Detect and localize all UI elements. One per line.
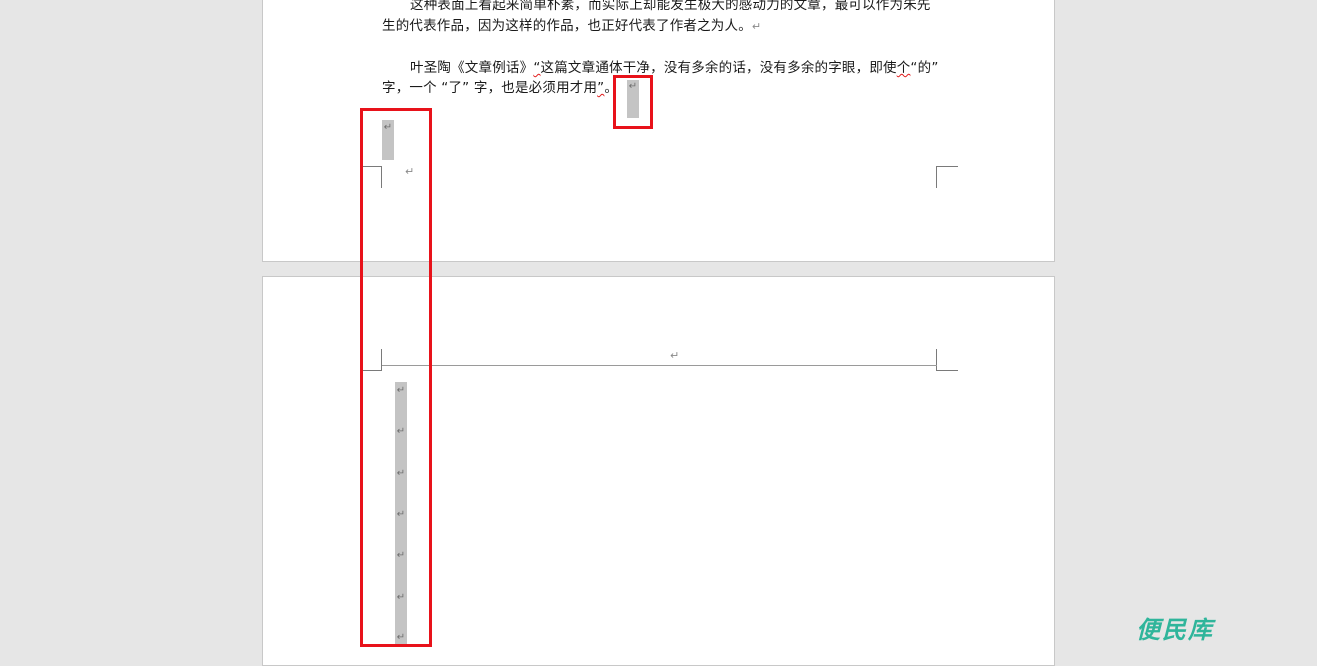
paragraph-1-line-2-text: 生的代表作品，因为这样的作品，也正好代表了作者之为人。 (382, 18, 752, 34)
highlight-box-paragraph-mark (613, 75, 653, 129)
paragraph-1-line-2[interactable]: 生的代表作品，因为这样的作品，也正好代表了作者之为人。↵ (382, 17, 761, 36)
paragraph-1-line-1-text: 这种表面上看起来简单朴素，而实际上却能发生极大的感动力的文章，最可以作为朱先 (410, 0, 931, 13)
header-paragraph-mark-icon: ↵ (670, 349, 680, 362)
paragraph-2-quote-source: 叶圣陶《文章例话》 (410, 60, 534, 76)
paragraph-mark-icon: ↵ (751, 20, 762, 33)
highlight-box-empty-paragraphs (360, 108, 432, 647)
paragraph-2-line-2[interactable]: 字，一个 “了” 字，也是必须用才用”。 (382, 79, 618, 97)
paragraph-2-line-1-text: 这篇文章通体干净，没有多余的话，没有多余的字眼，即使 (540, 60, 897, 76)
spelling-mark-quote-open: “ (533, 60, 541, 76)
crop-mark-bottom-right (936, 166, 958, 188)
spelling-mark-ge: 个 (896, 60, 911, 76)
paragraph-1-line-1[interactable]: 这种表面上看起来简单朴素，而实际上却能发生极大的感动力的文章，最可以作为朱先 (410, 0, 931, 14)
header-rule (382, 365, 937, 366)
crop-mark-top-right (936, 349, 958, 371)
paragraph-2-line-2-text: 字，一个 “了” 字，也是必须用才用 (382, 80, 598, 96)
paragraph-2-line-1-end: “的” (910, 60, 939, 76)
watermark-logo: 便民库 (1136, 616, 1214, 644)
paragraph-2-line-1[interactable]: 叶圣陶《文章例话》“这篇文章通体干净，没有多余的话，没有多余的字眼，即使个“的” (410, 59, 939, 77)
